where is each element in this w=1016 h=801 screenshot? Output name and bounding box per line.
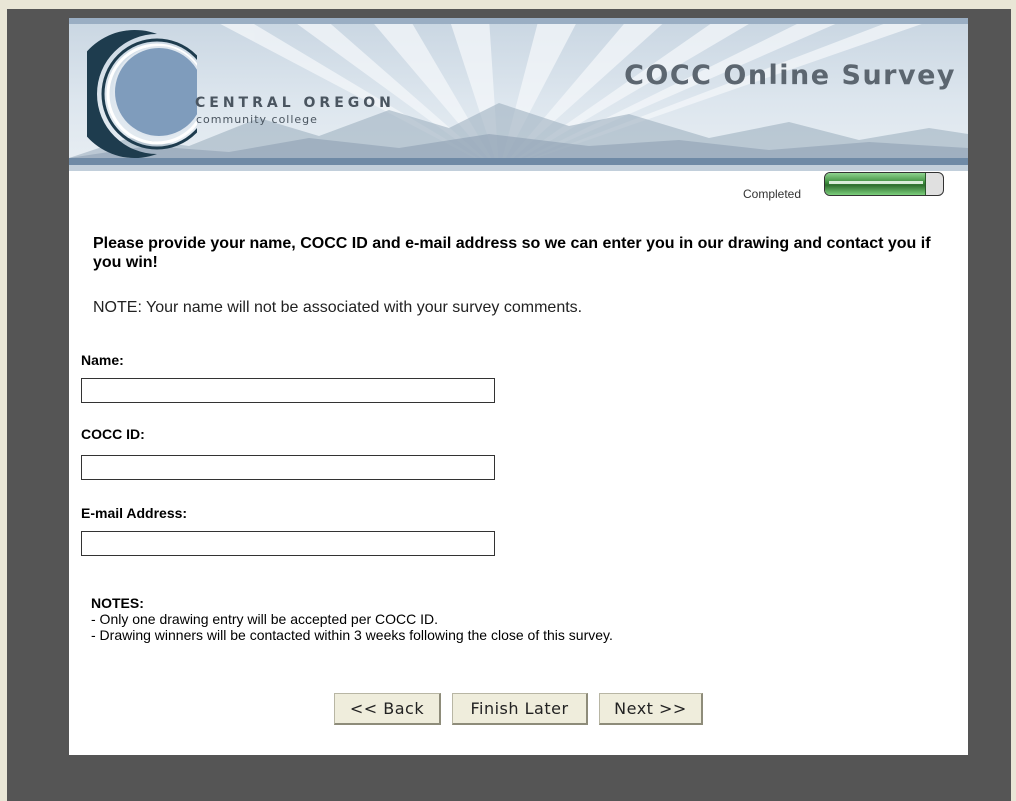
progress-bar-fill bbox=[825, 173, 927, 195]
privacy-note: NOTE: Your name will not be associated w… bbox=[93, 299, 583, 316]
email-input[interactable] bbox=[81, 531, 495, 556]
survey-title: COCC Online Survey bbox=[624, 60, 956, 91]
next-button[interactable]: Next >> bbox=[599, 693, 703, 725]
progress-bar-shine bbox=[829, 181, 923, 184]
college-logo-icon bbox=[87, 30, 197, 158]
header-banner: CENTRAL OREGON community college COCC On… bbox=[69, 18, 968, 171]
notes-section: NOTES: - Only one drawing entry will be … bbox=[91, 595, 613, 643]
notes-item: - Only one drawing entry will be accepte… bbox=[91, 611, 439, 627]
cocc-id-input[interactable] bbox=[81, 455, 495, 480]
notes-item: - Drawing winners will be contacted with… bbox=[91, 627, 613, 643]
name-input[interactable] bbox=[81, 378, 495, 403]
logo-text-line1: CENTRAL OREGON bbox=[195, 95, 395, 111]
finish-later-button[interactable]: Finish Later bbox=[452, 693, 588, 725]
back-button[interactable]: << Back bbox=[334, 693, 441, 725]
banner-bottom-stripe-light bbox=[69, 165, 968, 171]
banner-top-stripe bbox=[69, 18, 968, 24]
intro-instructions: Please provide your name, COCC ID and e-… bbox=[93, 235, 931, 271]
progress-label: Completed bbox=[743, 187, 802, 201]
survey-page: CENTRAL OREGON community college COCC On… bbox=[69, 18, 968, 755]
name-label: Name: bbox=[81, 352, 124, 368]
progress-bar bbox=[824, 172, 944, 196]
notes-title: NOTES: bbox=[91, 595, 144, 611]
cocc-id-label: COCC ID: bbox=[81, 426, 145, 442]
logo-text-line2: community college bbox=[196, 113, 318, 126]
banner-bottom-stripe bbox=[69, 158, 968, 165]
email-label: E-mail Address: bbox=[81, 505, 188, 521]
outer-frame: CENTRAL OREGON community college COCC On… bbox=[7, 9, 1011, 801]
